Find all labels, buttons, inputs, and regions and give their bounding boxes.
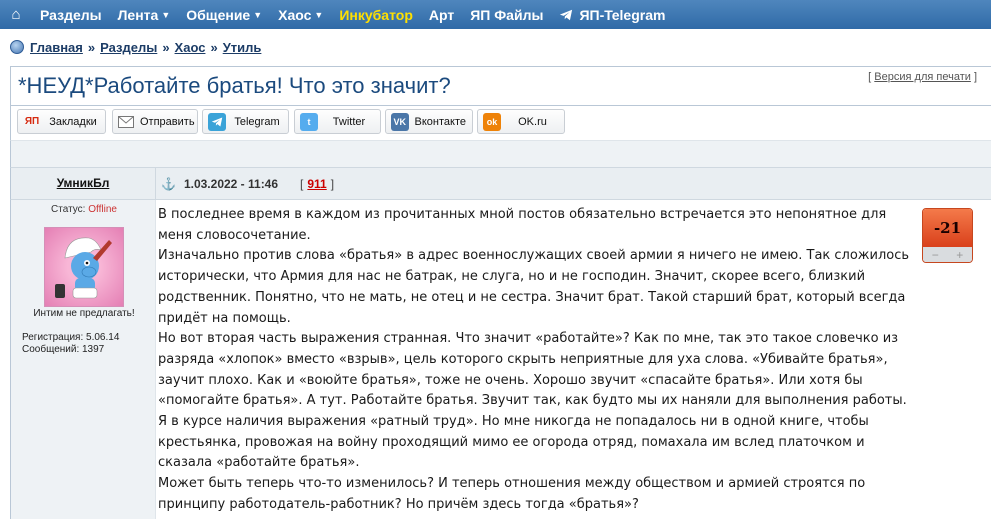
anchor-icon[interactable]: ⚓ <box>161 177 176 191</box>
status-value: Offline <box>88 204 117 215</box>
post-header: УмникБл ⚓ 1.03.2022 - 11:46 [911] <box>10 167 991 200</box>
post-number-wrap: [911] <box>300 176 335 191</box>
ok-share-button[interactable]: ok OK.ru <box>477 109 565 134</box>
message-count: Сообщений: 1397 <box>22 344 105 355</box>
caret-down-icon: ▼ <box>253 9 263 20</box>
vk-share-button[interactable]: VK Вконтакте <box>385 109 473 134</box>
twitter-icon: t <box>300 112 318 131</box>
rating-widget: -21 − + <box>922 208 973 263</box>
topic-header: *НЕУД*Работайте братья! Что это значит? … <box>10 66 991 106</box>
post-paragraph: Я в курсе наличия выражения «ратный труд… <box>158 414 869 471</box>
caret-down-icon: ▼ <box>161 9 171 20</box>
vk-label: Вконтакте <box>414 115 466 128</box>
mail-icon <box>118 113 134 131</box>
author-link[interactable]: УмникБл <box>57 176 110 190</box>
post-paragraph: Но вот вторая часть выражения странная. … <box>158 331 907 409</box>
nav-item-art[interactable]: Арт <box>421 7 462 23</box>
post-number-link[interactable]: 911 <box>307 177 326 191</box>
send-button[interactable]: Отправить <box>112 109 198 134</box>
bracket: ] <box>973 71 977 83</box>
breadcrumb-link-home[interactable]: Главная <box>30 40 83 55</box>
rating-value: -21 <box>923 209 972 247</box>
vk-icon: VK <box>391 112 409 131</box>
rating-minus-button[interactable]: − <box>932 248 939 262</box>
telegram-icon <box>208 112 226 131</box>
ok-icon: ok <box>483 112 501 131</box>
print-version-link[interactable]: Версия для печати <box>874 71 971 83</box>
ok-label: OK.ru <box>518 115 547 128</box>
status-label: Статус: <box>51 204 86 215</box>
nav-item-communication[interactable]: Общение ▼ <box>178 7 270 23</box>
nav-item-files[interactable]: ЯП Файлы <box>462 7 551 23</box>
rating-controls: − + <box>923 247 972 262</box>
page-title: *НЕУД*Работайте братья! Что это значит? <box>18 73 451 98</box>
telegram-label: Telegram <box>234 115 280 128</box>
post-body: В последнее время в каждом из прочитанны… <box>158 205 916 516</box>
post-content: В последнее время в каждом из прочитанны… <box>157 200 991 519</box>
post-meta: ⚓ 1.03.2022 - 11:46 [911] <box>156 168 991 199</box>
divider-band <box>10 140 991 167</box>
telegram-icon <box>560 9 573 20</box>
twitter-share-button[interactable]: t Twitter <box>294 109 381 134</box>
post-paragraph: Изначально против слова «братья» в адрес… <box>158 248 910 326</box>
author-cell: УмникБл <box>11 168 156 199</box>
author-status: Статус: Offline <box>11 204 157 215</box>
nav-item-chaos[interactable]: Хаос ▼ <box>270 7 331 23</box>
avatar-caption: Интим не предлагать! <box>33 308 135 319</box>
home-icon[interactable]: ⌂ <box>0 6 32 23</box>
yap-icon: ЯП <box>24 116 40 127</box>
bookmarks-label: Закладки <box>49 115 97 128</box>
smurf-avatar-icon <box>55 237 112 299</box>
breadcrumb-separator: » <box>162 39 170 55</box>
bookmarks-button[interactable]: ЯП Закладки <box>17 109 106 134</box>
post-paragraph: В последнее время в каждом из прочитанны… <box>158 207 887 243</box>
post-paragraph: Может быть теперь что-то изменилось? И т… <box>158 476 866 512</box>
send-label: Отправить <box>140 115 195 128</box>
top-nav-bar: ⌂ Разделы Лента ▼ Общение ▼ Хаос ▼ Инкубато… <box>0 0 991 29</box>
share-bar: ЯП Закладки Отправить Telegram t Twitter… <box>10 106 991 140</box>
avatar <box>44 227 124 307</box>
breadcrumb-link-sections[interactable]: Разделы <box>100 40 157 55</box>
registration-date: Регистрация: 5.06.14 <box>22 332 120 343</box>
nav-item-telegram[interactable]: ЯП-Telegram <box>551 7 673 23</box>
nav-item-sections[interactable]: Разделы <box>32 7 110 23</box>
rating-plus-button[interactable]: + <box>956 248 963 262</box>
breadcrumb-link-trash[interactable]: Утиль <box>223 40 262 55</box>
breadcrumb-separator: » <box>87 39 96 55</box>
post-date: 1.03.2022 - 11:46 <box>183 176 279 191</box>
twitter-label: Twitter <box>332 115 366 128</box>
breadcrumb-separator: » <box>210 39 218 55</box>
telegram-share-button[interactable]: Telegram <box>202 109 289 134</box>
print-version: [ Версия для печати ] <box>868 71 977 83</box>
breadcrumb: Главная » Разделы » Хаос » Утиль <box>10 38 261 56</box>
author-sidebar: Статус: Offline Интим не предлагать! Рег… <box>10 200 156 519</box>
bracket: [ <box>868 71 872 83</box>
nav-item-incubator[interactable]: Инкубатор <box>331 7 421 23</box>
breadcrumb-link-chaos[interactable]: Хаос <box>175 40 206 55</box>
author-info: Регистрация: 5.06.14 Сообщений: 1397 <box>22 332 119 356</box>
caret-down-icon: ▼ <box>314 9 324 20</box>
nav-item-feed[interactable]: Лента ▼ <box>110 7 179 23</box>
forum-icon <box>10 40 24 54</box>
